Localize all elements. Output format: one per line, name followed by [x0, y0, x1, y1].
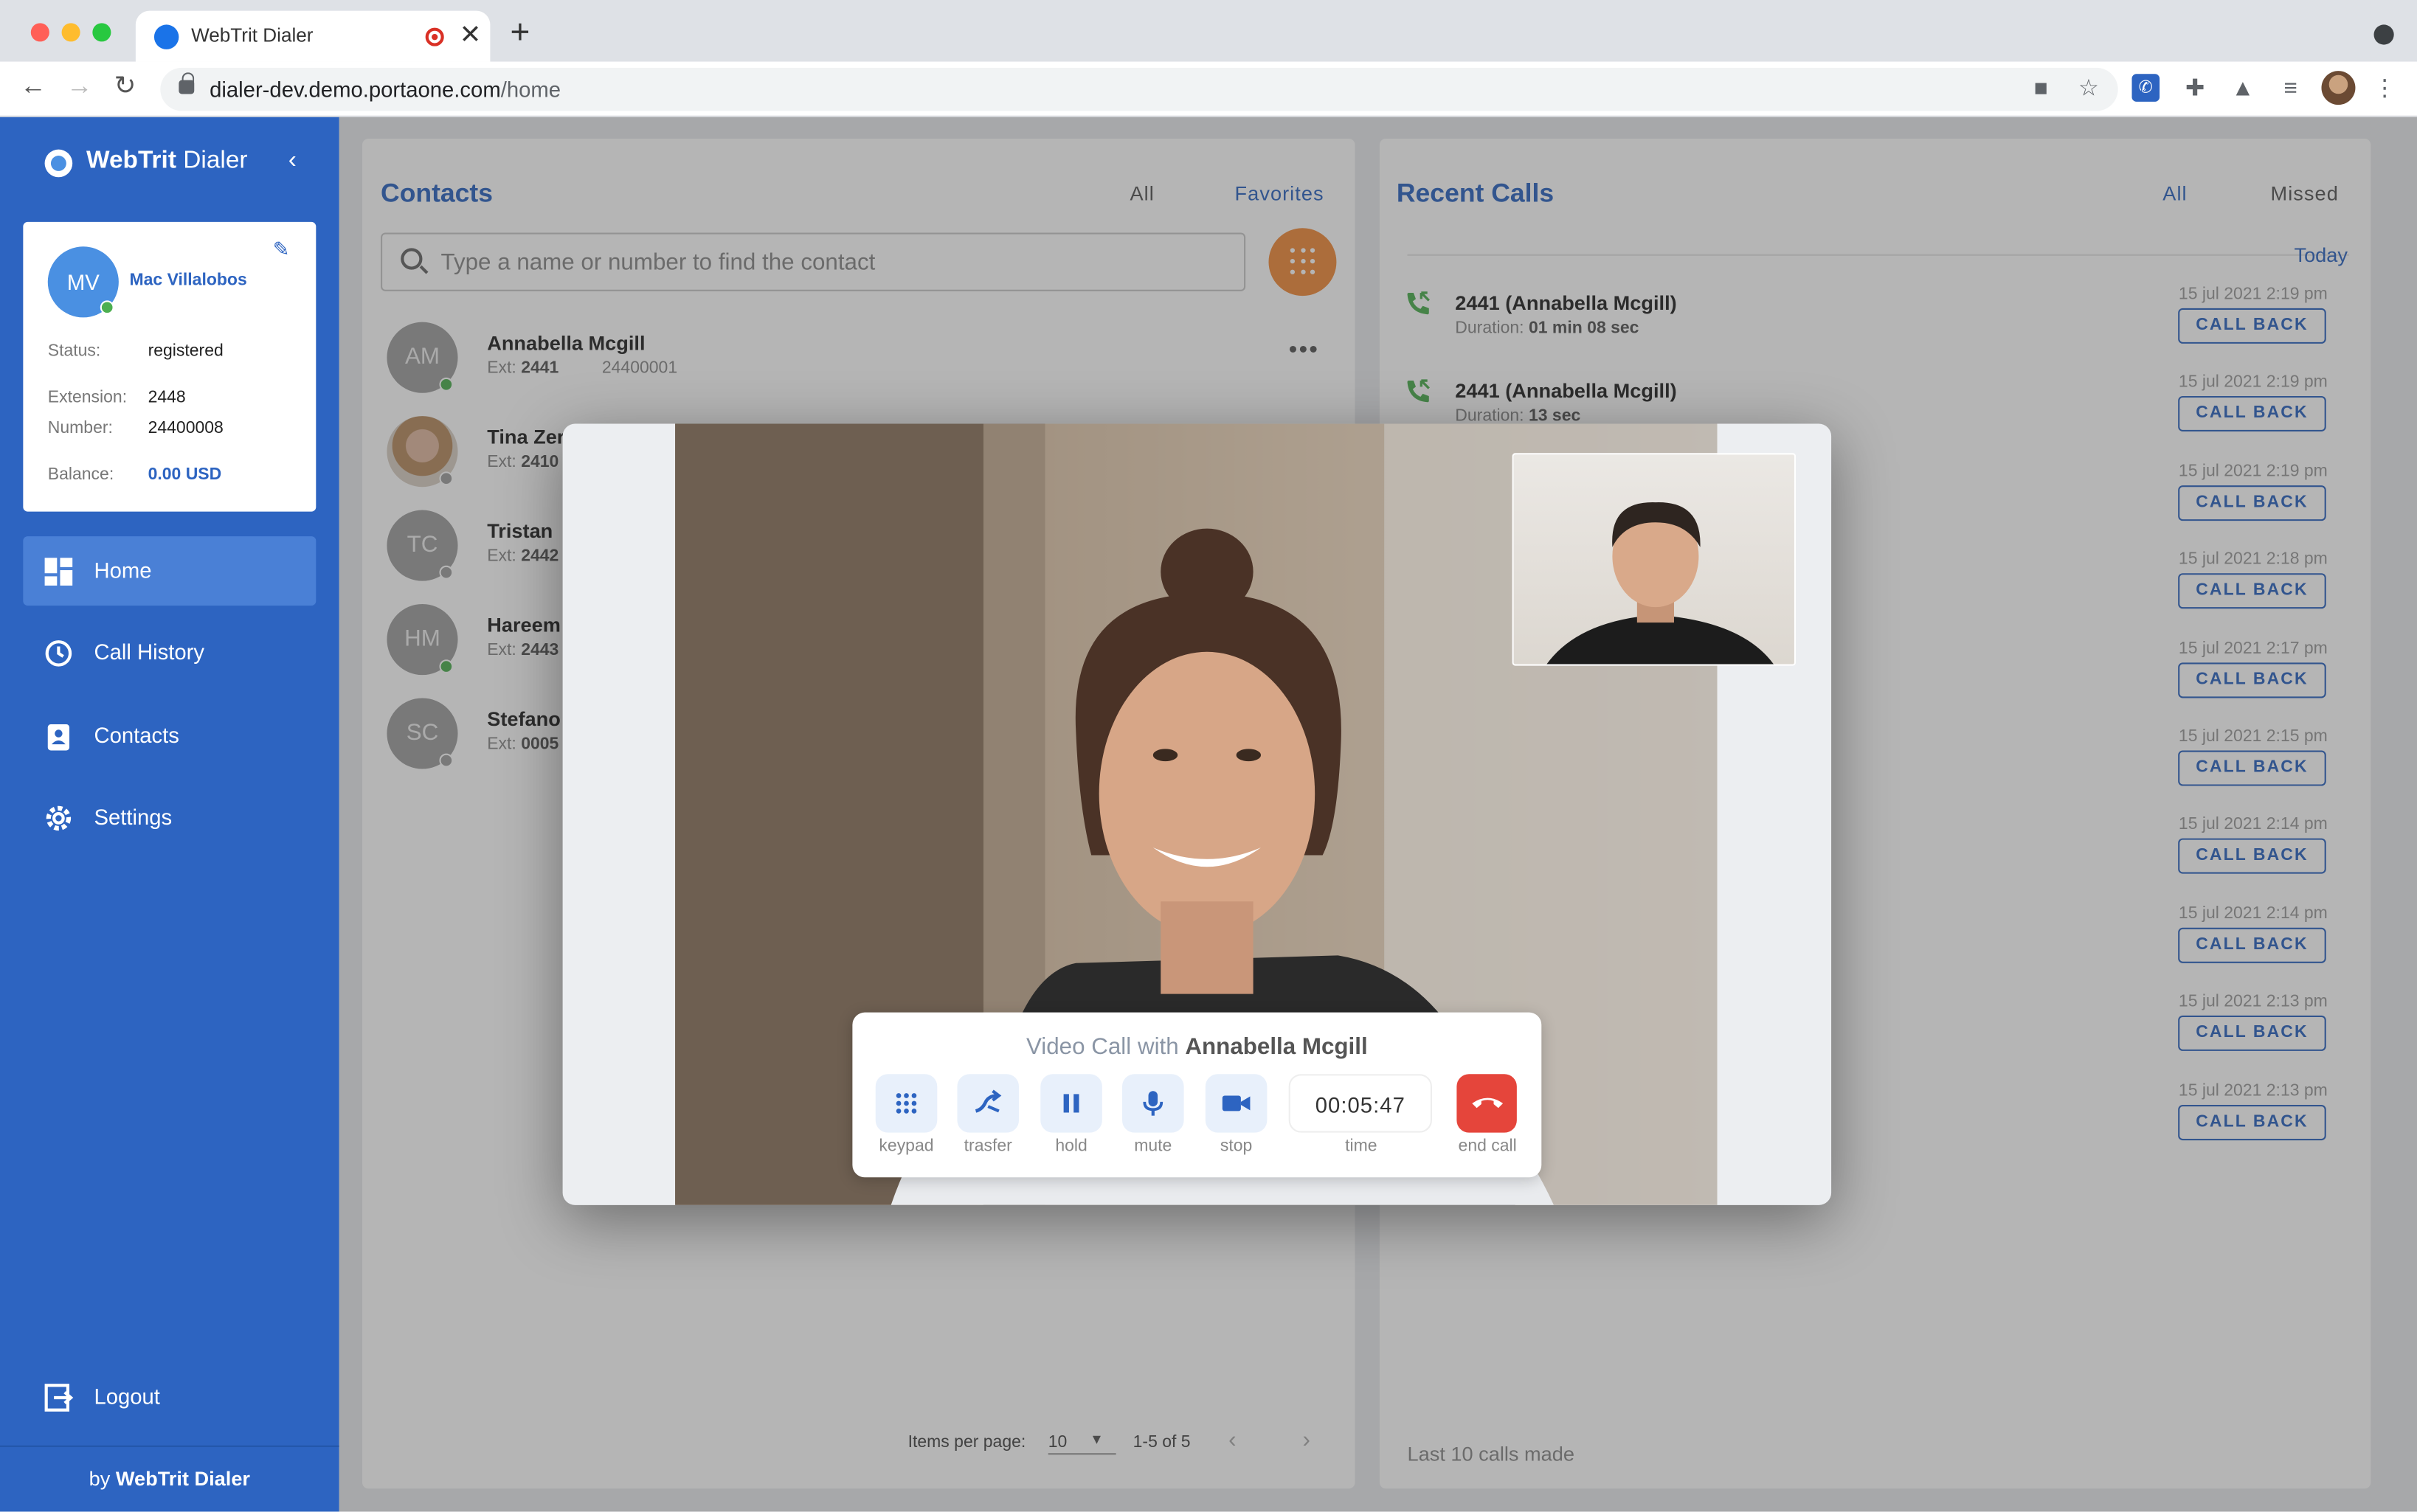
- lab-flask-icon[interactable]: ▲: [2227, 74, 2258, 105]
- sidebar-item-settings[interactable]: Settings: [23, 783, 316, 852]
- dashboard-icon: [44, 558, 73, 586]
- tab-title: WebTrit Dialer: [191, 24, 314, 46]
- webtrit-logo-icon: [44, 149, 73, 178]
- sidebar-item-label: Settings: [94, 804, 173, 830]
- end-call-button[interactable]: [1456, 1074, 1517, 1133]
- sidebar-item-label: Home: [94, 558, 152, 583]
- webtrit-extension-icon[interactable]: ✆: [2131, 74, 2160, 102]
- call-controls-bar: Video Call with Annabella Mcgill keypad …: [852, 1012, 1542, 1178]
- address-bar[interactable]: dialer-dev.demo.portaone.com/home: [160, 67, 2118, 111]
- sidebar-divider: [0, 1445, 339, 1447]
- hold-label: hold: [1055, 1137, 1088, 1156]
- logout-icon: [44, 1384, 74, 1412]
- number-value: 24400008: [148, 419, 224, 438]
- tab-close-icon[interactable]: ✕: [460, 20, 482, 51]
- url-text: dialer-dev.demo.portaone.com/home: [210, 77, 561, 102]
- end-call-label: end call: [1458, 1137, 1517, 1156]
- keypad-label: keypad: [879, 1137, 934, 1156]
- transfer-label: trasfer: [964, 1137, 1012, 1156]
- back-arrow-icon[interactable]: ←: [20, 72, 46, 99]
- mute-button[interactable]: [1122, 1074, 1184, 1133]
- sidebar-item-label: Contacts: [94, 722, 179, 748]
- call-timer: 00:05:47: [1288, 1074, 1432, 1133]
- profile-avatar[interactable]: [2321, 71, 2356, 105]
- extensions-puzzle-icon[interactable]: ✚: [2179, 74, 2210, 105]
- keypad-icon: [896, 1093, 917, 1114]
- browser-tab[interactable]: WebTrit Dialer ✕: [135, 10, 491, 62]
- lock-icon: [179, 72, 195, 94]
- hang-up-phone-icon: [1472, 1097, 1504, 1109]
- status-label: Status:: [47, 341, 101, 361]
- transfer-button[interactable]: [957, 1074, 1020, 1133]
- new-tab-icon[interactable]: +: [511, 15, 530, 49]
- keypad-button[interactable]: [875, 1074, 938, 1133]
- browser-tab-bar: WebTrit Dialer ✕ +: [0, 0, 2417, 62]
- reading-list-icon[interactable]: ≡: [2275, 74, 2306, 105]
- user-card: MV Mac Villalobos ✎ Status: registered E…: [23, 221, 317, 512]
- recording-indicator-icon: [425, 27, 444, 46]
- microphone-icon: [1143, 1091, 1163, 1116]
- sidebar-item-call-history[interactable]: Call History: [23, 618, 316, 687]
- contacts-book-icon: [47, 724, 70, 751]
- sidebar: WebTrit Dialer ‹ MV Mac Villalobos ✎ Sta…: [0, 117, 339, 1512]
- collapse-sidebar-chevron-icon[interactable]: ‹: [288, 148, 297, 176]
- time-label: time: [1345, 1137, 1377, 1156]
- history-icon: [45, 640, 72, 667]
- browser-toolbar: ← → ↻ dialer-dev.demo.portaone.com/home …: [0, 61, 2417, 117]
- window-close-button[interactable]: [30, 23, 49, 42]
- sidebar-item-home[interactable]: Home: [23, 536, 317, 606]
- edit-pencil-icon[interactable]: ✎: [273, 237, 290, 262]
- webtrit-favicon-icon: [153, 24, 179, 49]
- local-video-image: [1546, 502, 1774, 665]
- balance-value: 0.00 USD: [148, 465, 222, 485]
- window-minimize-button[interactable]: [61, 23, 80, 42]
- tab-search-icon[interactable]: [2373, 24, 2394, 45]
- bookmark-star-icon[interactable]: ☆: [2073, 74, 2104, 105]
- transfer-icon: [975, 1089, 1002, 1113]
- video-call-modal: Video Call with Annabella Mcgill keypad …: [562, 423, 1832, 1205]
- reload-icon[interactable]: ↻: [114, 72, 136, 99]
- video-call-title: Video Call with Annabella Mcgill: [1026, 1033, 1368, 1061]
- gear-icon: [46, 805, 72, 831]
- balance-label: Balance:: [47, 465, 114, 485]
- camera-in-use-icon[interactable]: ■: [2025, 74, 2056, 105]
- sidebar-item-contacts[interactable]: Contacts: [23, 701, 316, 771]
- status-value: registered: [148, 341, 224, 361]
- stop-video-button[interactable]: [1205, 1074, 1268, 1133]
- extension-value: 2448: [148, 388, 186, 407]
- pause-icon: [1063, 1094, 1079, 1113]
- forward-arrow-icon[interactable]: →: [66, 72, 93, 99]
- extension-label: Extension:: [47, 388, 128, 407]
- sidebar-item-label: Call History: [94, 639, 204, 665]
- hold-button[interactable]: [1040, 1074, 1102, 1133]
- local-video-preview[interactable]: [1512, 453, 1797, 666]
- browser-menu-icon[interactable]: ⋮: [2369, 74, 2400, 105]
- footer-byline: by WebTrit Dialer: [89, 1467, 251, 1491]
- window-zoom-button[interactable]: [92, 23, 111, 42]
- logout-button[interactable]: Logout: [23, 1362, 316, 1432]
- stop-video-label: stop: [1220, 1137, 1253, 1156]
- video-camera-icon: [1222, 1095, 1251, 1112]
- user-name: Mac Villalobos: [129, 271, 247, 290]
- number-label: Number:: [47, 419, 113, 438]
- logout-label: Logout: [94, 1384, 160, 1409]
- mute-label: mute: [1134, 1137, 1172, 1156]
- user-online-dot: [100, 300, 114, 315]
- app-logo-text: WebTrit Dialer: [86, 148, 248, 175]
